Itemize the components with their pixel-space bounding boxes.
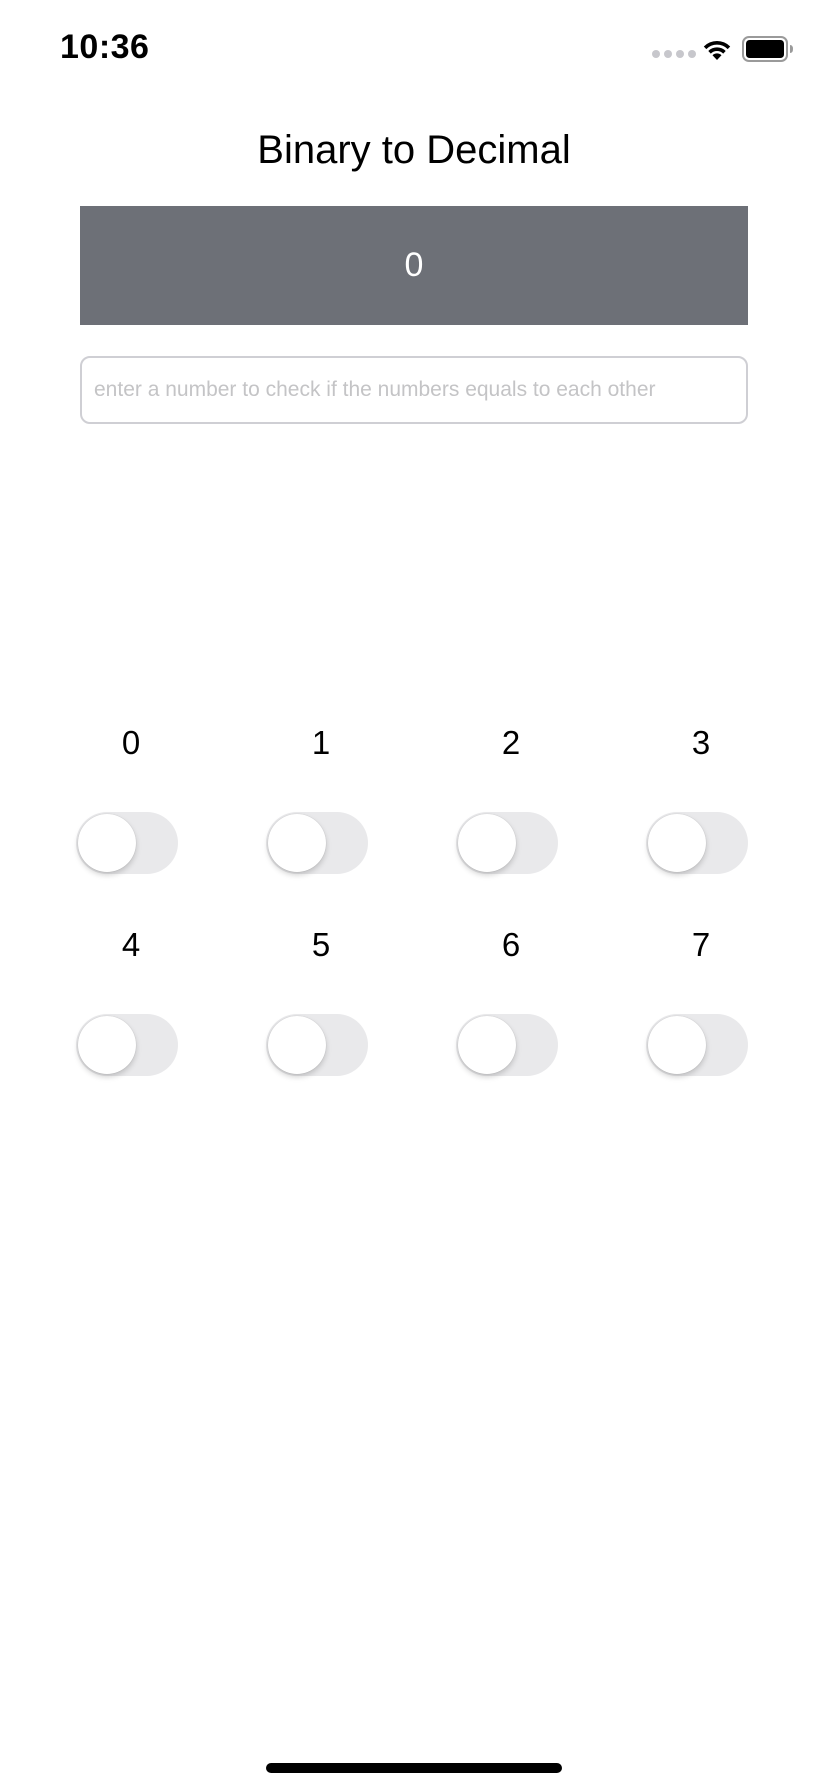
cellular-signal-icon [652, 50, 696, 58]
bit-toggle-2[interactable] [456, 812, 558, 874]
bit-label: 6 [501, 926, 521, 963]
check-number-input[interactable] [80, 356, 748, 424]
result-display: 0 [80, 206, 748, 325]
bit-toggle-4[interactable] [76, 1014, 178, 1076]
toggle-knob [78, 814, 136, 872]
bit-label: 2 [501, 724, 521, 761]
bit-label: 0 [121, 724, 141, 761]
bit-toggle-5[interactable] [266, 1014, 368, 1076]
bit-toggle-3[interactable] [646, 812, 748, 874]
toggle-knob [648, 814, 706, 872]
battery-icon [742, 36, 793, 62]
toggle-knob [268, 1016, 326, 1074]
toggle-knob [268, 814, 326, 872]
toggle-knob [78, 1016, 136, 1074]
page-title: Binary to Decimal [257, 128, 571, 172]
home-indicator[interactable] [266, 1763, 562, 1773]
bit-label: 7 [691, 926, 711, 963]
bit-label: 1 [311, 724, 331, 761]
wifi-icon [703, 41, 731, 60]
bit-toggle-6[interactable] [456, 1014, 558, 1076]
bit-toggle-1[interactable] [266, 812, 368, 874]
bit-label: 4 [121, 926, 141, 963]
bit-toggle-7[interactable] [646, 1014, 748, 1076]
status-time: 10:36 [60, 28, 150, 66]
toggle-knob [458, 1016, 516, 1074]
bit-label: 5 [311, 926, 331, 963]
bit-toggle-0[interactable] [76, 812, 178, 874]
decimal-result-value: 0 [404, 246, 424, 284]
toggle-knob [648, 1016, 706, 1074]
status-bar: 10:36 [0, 0, 828, 100]
bit-label: 3 [691, 724, 711, 761]
toggle-knob [458, 814, 516, 872]
